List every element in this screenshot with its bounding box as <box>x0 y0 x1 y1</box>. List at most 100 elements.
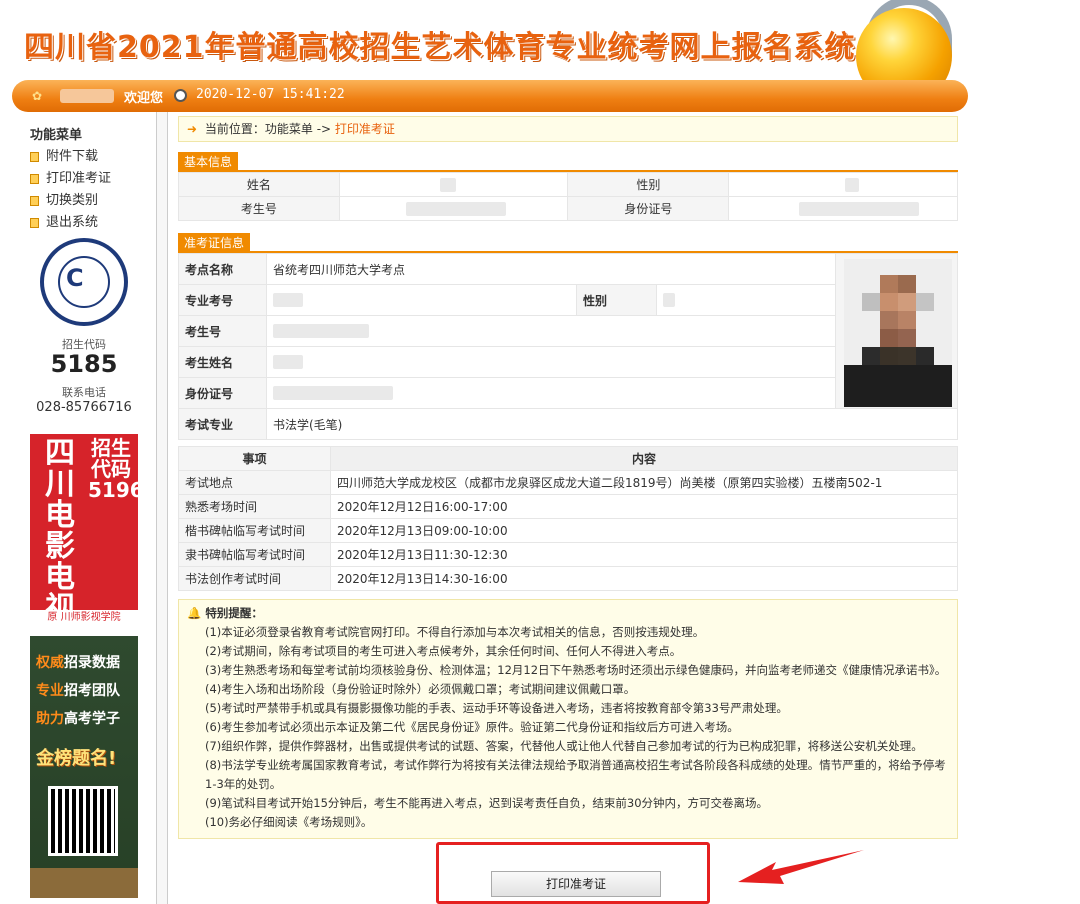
row-item: 楷书碑帖临写考试时间 <box>178 518 331 543</box>
promo-ad[interactable]: 权威招录数据 专业招考团队 助力高考学子 金榜题名! <box>30 636 138 898</box>
ad-phone-label: 联系电话 <box>62 386 106 399</box>
ticket-table: 考点名称 省统考四川师范大学考点 专业考号 性别 考生号 考生姓名 身份证号 考… <box>178 253 958 440</box>
notice-item: (4)考生入场和出场阶段（身份验证时除外）必须佩戴口罩；考试期间建议佩戴口罩。 <box>205 682 636 696</box>
promo-line-3: 助力高考学子 <box>36 711 120 727</box>
sidebar-item-switch-category[interactable]: 切换类别 <box>30 190 140 212</box>
sidebar-divider <box>156 112 168 904</box>
school-ad-card[interactable]: C 招生代码 5185 联系电话 028-85766716 <box>30 236 138 422</box>
user-icon: ✿ <box>32 89 43 103</box>
table-row: 楷书碑帖临写考试时间 2020年12月13日09:00-10:00 <box>178 518 958 543</box>
id-value-2-redacted <box>266 377 836 409</box>
row-item: 考试地点 <box>178 470 331 495</box>
print-button-highlight: 打印准考证 <box>436 842 710 904</box>
sidebar-item-label: 切换类别 <box>46 193 99 208</box>
row-item: 熟悉考场时间 <box>178 494 331 519</box>
examinee-name-label: 考生姓名 <box>178 346 267 378</box>
examinee-no-label-2: 考生号 <box>178 315 267 347</box>
row-content: 2020年12月13日14:30-16:00 <box>330 566 958 591</box>
ad-school-code: 招生代码5196 <box>88 436 138 502</box>
notice-item: (9)笔试科目考试开始15分钟后，考生不能再进入考点，迟到误考责任自负，结束前3… <box>205 796 769 810</box>
examinee-photo-redacted <box>844 259 952 407</box>
sidebar-item-print-ticket[interactable]: 打印准考证 <box>30 168 140 190</box>
examinee-no-redacted <box>338 196 569 221</box>
examinee-name-redacted <box>266 346 836 378</box>
sidebar-menu: 功能菜单 附件下载 打印准考证 切换类别 退出系统 <box>30 124 140 234</box>
promo-line-1: 权威招录数据 <box>36 655 120 671</box>
ad-phone: 028-85766716 <box>36 400 132 415</box>
table-row: 书法创作考试时间 2020年12月13日14:30-16:00 <box>178 566 958 591</box>
promo-footer <box>30 868 138 898</box>
ad-school-footer: 原 川师影视学院 <box>30 610 138 626</box>
film-school-ad[interactable]: 四川电影电视学院 招生代码5196 原 川师影视学院 <box>30 434 138 626</box>
school-seal-logo: C <box>40 238 128 326</box>
notice-item: (3)考生熟悉考场和每堂考试前均须核验身份、检测体温；12月12日下午熟悉考场时… <box>205 663 947 677</box>
clock-icon <box>174 89 187 102</box>
current-datetime: 2020-12-07 15:41:22 <box>196 87 345 102</box>
major-no-label: 专业考号 <box>178 284 267 316</box>
qr-code-icon <box>48 786 118 856</box>
notice-item: (10)务必仔细阅读《考场规则》。 <box>205 815 373 829</box>
row-item: 书法创作考试时间 <box>178 566 331 591</box>
document-icon <box>30 174 39 184</box>
id-number-redacted <box>728 196 958 221</box>
ad-school-name: 四川电影电视学院 <box>45 436 75 626</box>
notice-item: (2)考试期间，除有考试项目的考生可进入考点候考外，其余任何时间、任何人不得进入… <box>205 644 682 658</box>
name-value-redacted <box>338 172 569 197</box>
table-row: 熟悉考场时间 2020年12月12日16:00-17:00 <box>178 494 958 519</box>
basic-info-table: 姓名 性别 考生号 身份证号 <box>178 172 958 221</box>
promo-line-2: 专业招考团队 <box>36 683 120 699</box>
major-label: 考试专业 <box>178 408 267 440</box>
id-label-2: 身份证号 <box>178 377 267 409</box>
print-ticket-button[interactable]: 打印准考证 <box>491 871 661 897</box>
red-arrow-annotation <box>738 850 864 884</box>
ticket-info: 考点名称 省统考四川师范大学考点 专业考号 性别 考生号 考生姓名 身份证号 考… <box>178 253 958 440</box>
notice-item: (8)书法学专业统考属国家教育考试，考试作弊行为将按有关法律法规给予取消普通高校… <box>205 758 946 791</box>
id-number-label: 身份证号 <box>567 196 730 221</box>
sidebar-item-logout[interactable]: 退出系统 <box>30 212 140 234</box>
name-label: 姓名 <box>178 172 340 197</box>
ad-code: 5185 <box>50 350 118 378</box>
bell-icon: 🔔 <box>187 606 202 620</box>
schedule-table: 事项 内容 考试地点 四川师范大学成龙校区（成都市龙泉驿区成龙大道二段1819号）… <box>178 446 958 591</box>
table-row: 考试地点 四川师范大学成龙校区（成都市龙泉驿区成龙大道二段1819号）尚美楼（原第… <box>178 470 958 495</box>
gender-value-redacted <box>728 172 958 197</box>
basic-info-header: 基本信息 <box>178 152 958 172</box>
ticket-info-header: 准考证信息 <box>178 233 958 253</box>
sidebar-title: 功能菜单 <box>30 128 83 143</box>
site-label: 考点名称 <box>178 253 267 285</box>
status-bar: ✿ 欢迎您 2020-12-07 15:41:22 <box>12 80 968 112</box>
welcome-text: 欢迎您 <box>124 91 164 106</box>
sidebar-item-attachments[interactable]: 附件下载 <box>30 146 140 168</box>
notice-item: (7)组织作弊，提供作弊器材，出售或提供考试的试题、答案，代替他人或让他人代替自… <box>205 739 923 753</box>
examinee-no-2-redacted <box>266 315 836 347</box>
notice-box: 🔔 特别提醒： (1)本证必须登录省教育考试院官网打印。不得自行添加与本次考试相关… <box>178 599 958 839</box>
site-title: 四川省2021年普通高校招生艺术体育专业统考网上报名系统 <box>24 30 856 65</box>
username-redacted <box>60 89 114 103</box>
sidebar-item-label: 打印准考证 <box>46 171 112 186</box>
promo-slogan: 金榜题名! <box>36 748 117 769</box>
sidebar-item-label: 退出系统 <box>46 215 99 230</box>
notice-item: (1)本证必须登录省教育考试院官网打印。不得自行添加与本次考试相关的信息，否则按… <box>205 625 705 639</box>
app-root: 四川省2021年普通高校招生艺术体育专业统考网上报名系统 ✿ 欢迎您 2020-… <box>0 0 1080 904</box>
document-icon <box>30 218 39 228</box>
major-value: 书法学(毛笔) <box>266 408 958 440</box>
arrow-right-icon: ➜ <box>187 122 198 136</box>
row-content: 2020年12月13日09:00-10:00 <box>330 518 958 543</box>
row-content: 四川师范大学成龙校区（成都市龙泉驿区成龙大道二段1819号）尚美楼（原第四实验楼… <box>330 470 958 495</box>
gender-label: 性别 <box>567 172 730 197</box>
notice-item: (5)考试时严禁带手机或具有摄影摄像功能的手表、运动手环等设备进入考场，违者将按… <box>205 701 788 715</box>
col-item-header: 事项 <box>178 446 331 471</box>
breadcrumb-prefix: 当前位置：功能菜单 -> <box>204 122 332 136</box>
document-icon <box>30 196 39 206</box>
header: 四川省2021年普通高校招生艺术体育专业统考网上报名系统 <box>0 0 1080 108</box>
main-content: ➜ 当前位置：功能菜单 -> 打印准考证 基本信息 姓名 性别 考生号 身份证号… <box>178 116 958 839</box>
notice-title: 🔔 特别提醒： <box>187 606 263 620</box>
gender-value-2-redacted <box>656 284 836 316</box>
notice-item: (6)考生参加考试必须出示本证及第二代《居民身份证》原件。验证第二代身份证和指纹… <box>205 720 739 734</box>
row-content: 2020年12月12日16:00-17:00 <box>330 494 958 519</box>
row-item: 隶书碑帖临写考试时间 <box>178 542 331 567</box>
col-content-header: 内容 <box>330 446 958 471</box>
breadcrumb-current: 打印准考证 <box>334 122 395 136</box>
sidebar-item-label: 附件下载 <box>46 149 99 164</box>
examinee-no-label: 考生号 <box>178 196 340 221</box>
